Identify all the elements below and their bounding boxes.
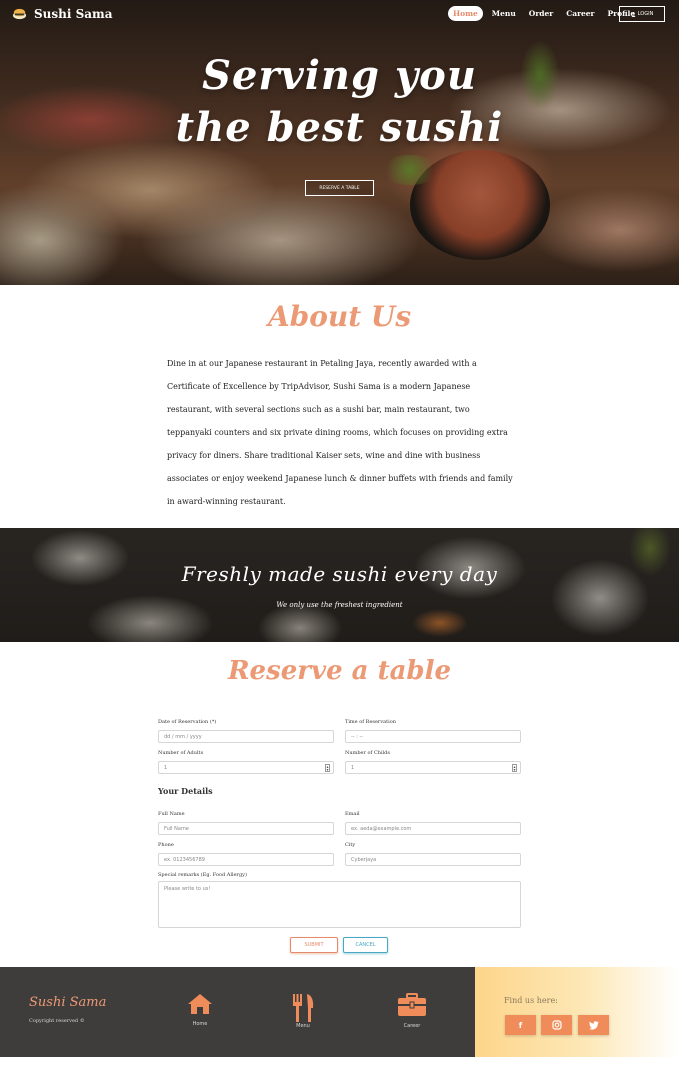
time-label: Time of Reservation	[345, 719, 396, 725]
date-label: Date of Reservation (*)	[158, 719, 217, 725]
user-icon	[631, 11, 636, 17]
children-value: 1	[351, 764, 355, 771]
hero-section: Sushi Sama Home Menu Order Career Profil…	[0, 0, 679, 285]
footer-link-career[interactable]: Career	[392, 993, 432, 1029]
email-placeholder: ex. aeda@example.com	[351, 825, 412, 832]
top-navbar: Sushi Sama Home Menu Order Career Profil…	[0, 0, 679, 28]
children-input[interactable]: 1 ▴ ▾	[345, 761, 521, 774]
footer-social-panel: Find us here: f	[475, 967, 679, 1057]
nav-order[interactable]: Order	[525, 6, 557, 21]
footer-copyright: Copyright reserved ©	[29, 1018, 85, 1024]
remarks-label: Special remarks (Eg. Food Allergy)	[158, 872, 247, 878]
footer-link-menu-label: Menu	[296, 1023, 310, 1029]
utensils-icon	[293, 994, 314, 1022]
remarks-textarea[interactable]: Please write to us!	[158, 881, 521, 928]
remarks-placeholder: Please write to us!	[164, 886, 211, 892]
footer: Sushi Sama Copyright reserved © Home Men…	[0, 967, 679, 1057]
briefcase-icon	[398, 993, 426, 1016]
footer-link-menu[interactable]: Menu	[283, 993, 323, 1029]
children-stepper[interactable]: ▴ ▾	[512, 764, 517, 772]
children-label: Number of Childs	[345, 750, 390, 756]
footer-link-career-label: Career	[403, 1023, 421, 1029]
nav-home[interactable]: Home	[448, 6, 483, 21]
reserve-title: Reserve a table	[227, 656, 452, 686]
brand[interactable]: Sushi Sama	[12, 6, 113, 21]
instagram-icon[interactable]	[541, 1015, 572, 1035]
sushi-logo-icon	[12, 8, 27, 20]
hero-title-line1: Serving you	[202, 52, 477, 99]
phone-label: Phone	[158, 842, 174, 848]
email-label: Email	[345, 811, 360, 817]
phone-input[interactable]: ex. 0123456789	[158, 853, 334, 866]
facebook-icon[interactable]: f	[505, 1015, 536, 1035]
adults-value: 1	[164, 764, 168, 771]
city-label: City	[345, 842, 356, 848]
find-us-label: Find us here:	[504, 996, 558, 1005]
banner-title: Freshly made sushi every day	[181, 562, 498, 586]
nav-career[interactable]: Career	[562, 6, 598, 21]
instagram-glyph	[551, 1020, 562, 1030]
about-title: About Us	[267, 300, 412, 333]
nav-menu[interactable]: Menu	[488, 6, 520, 21]
fullname-input[interactable]: Full Name	[158, 822, 334, 835]
time-placeholder: -- : --	[351, 733, 364, 740]
city-input[interactable]: Cyberjaya	[345, 853, 521, 866]
login-button[interactable]: LOGIN	[619, 6, 665, 22]
your-details-heading: Your Details	[158, 786, 213, 796]
adults-stepper[interactable]: ▴ ▾	[325, 764, 330, 772]
fresh-banner: Freshly made sushi every day We only use…	[0, 528, 679, 642]
date-placeholder: dd / mm / yyyy	[164, 733, 202, 740]
twitter-glyph	[588, 1020, 599, 1030]
hero-title: Serving you the best sushi	[0, 50, 679, 154]
adults-label: Number of Adults	[158, 750, 204, 756]
twitter-icon[interactable]	[578, 1015, 609, 1035]
footer-brand[interactable]: Sushi Sama	[29, 995, 106, 1010]
home-icon	[188, 994, 212, 1014]
fullname-label: Full Name	[158, 811, 185, 817]
banner-subtitle: We only use the freshest ingredient	[276, 601, 403, 609]
footer-link-home-label: Home	[192, 1021, 208, 1027]
cancel-button[interactable]: CANCEL	[343, 937, 388, 953]
page-bottom	[0, 1057, 679, 1078]
footer-link-home[interactable]: Home	[180, 993, 220, 1027]
hero-title-line2: the best sushi	[175, 104, 504, 151]
date-input[interactable]: dd / mm / yyyy	[158, 730, 334, 743]
adults-input[interactable]: 1 ▴ ▾	[158, 761, 334, 774]
city-placeholder: Cyberjaya	[351, 856, 377, 863]
fullname-placeholder: Full Name	[164, 825, 189, 832]
submit-button[interactable]: SUBMIT	[290, 937, 338, 953]
brand-name: Sushi Sama	[34, 6, 113, 21]
about-text: Dine in at our Japanese restaurant in Pe…	[167, 359, 513, 506]
login-label: LOGIN	[637, 11, 654, 17]
email-input[interactable]: ex. aeda@example.com	[345, 822, 521, 835]
time-input[interactable]: -- : --	[345, 730, 521, 743]
reserve-table-button[interactable]: RESERVE A TABLE	[305, 180, 374, 196]
phone-placeholder: ex. 0123456789	[164, 856, 205, 863]
main-nav: Home Menu Order Career Profile	[448, 6, 639, 21]
